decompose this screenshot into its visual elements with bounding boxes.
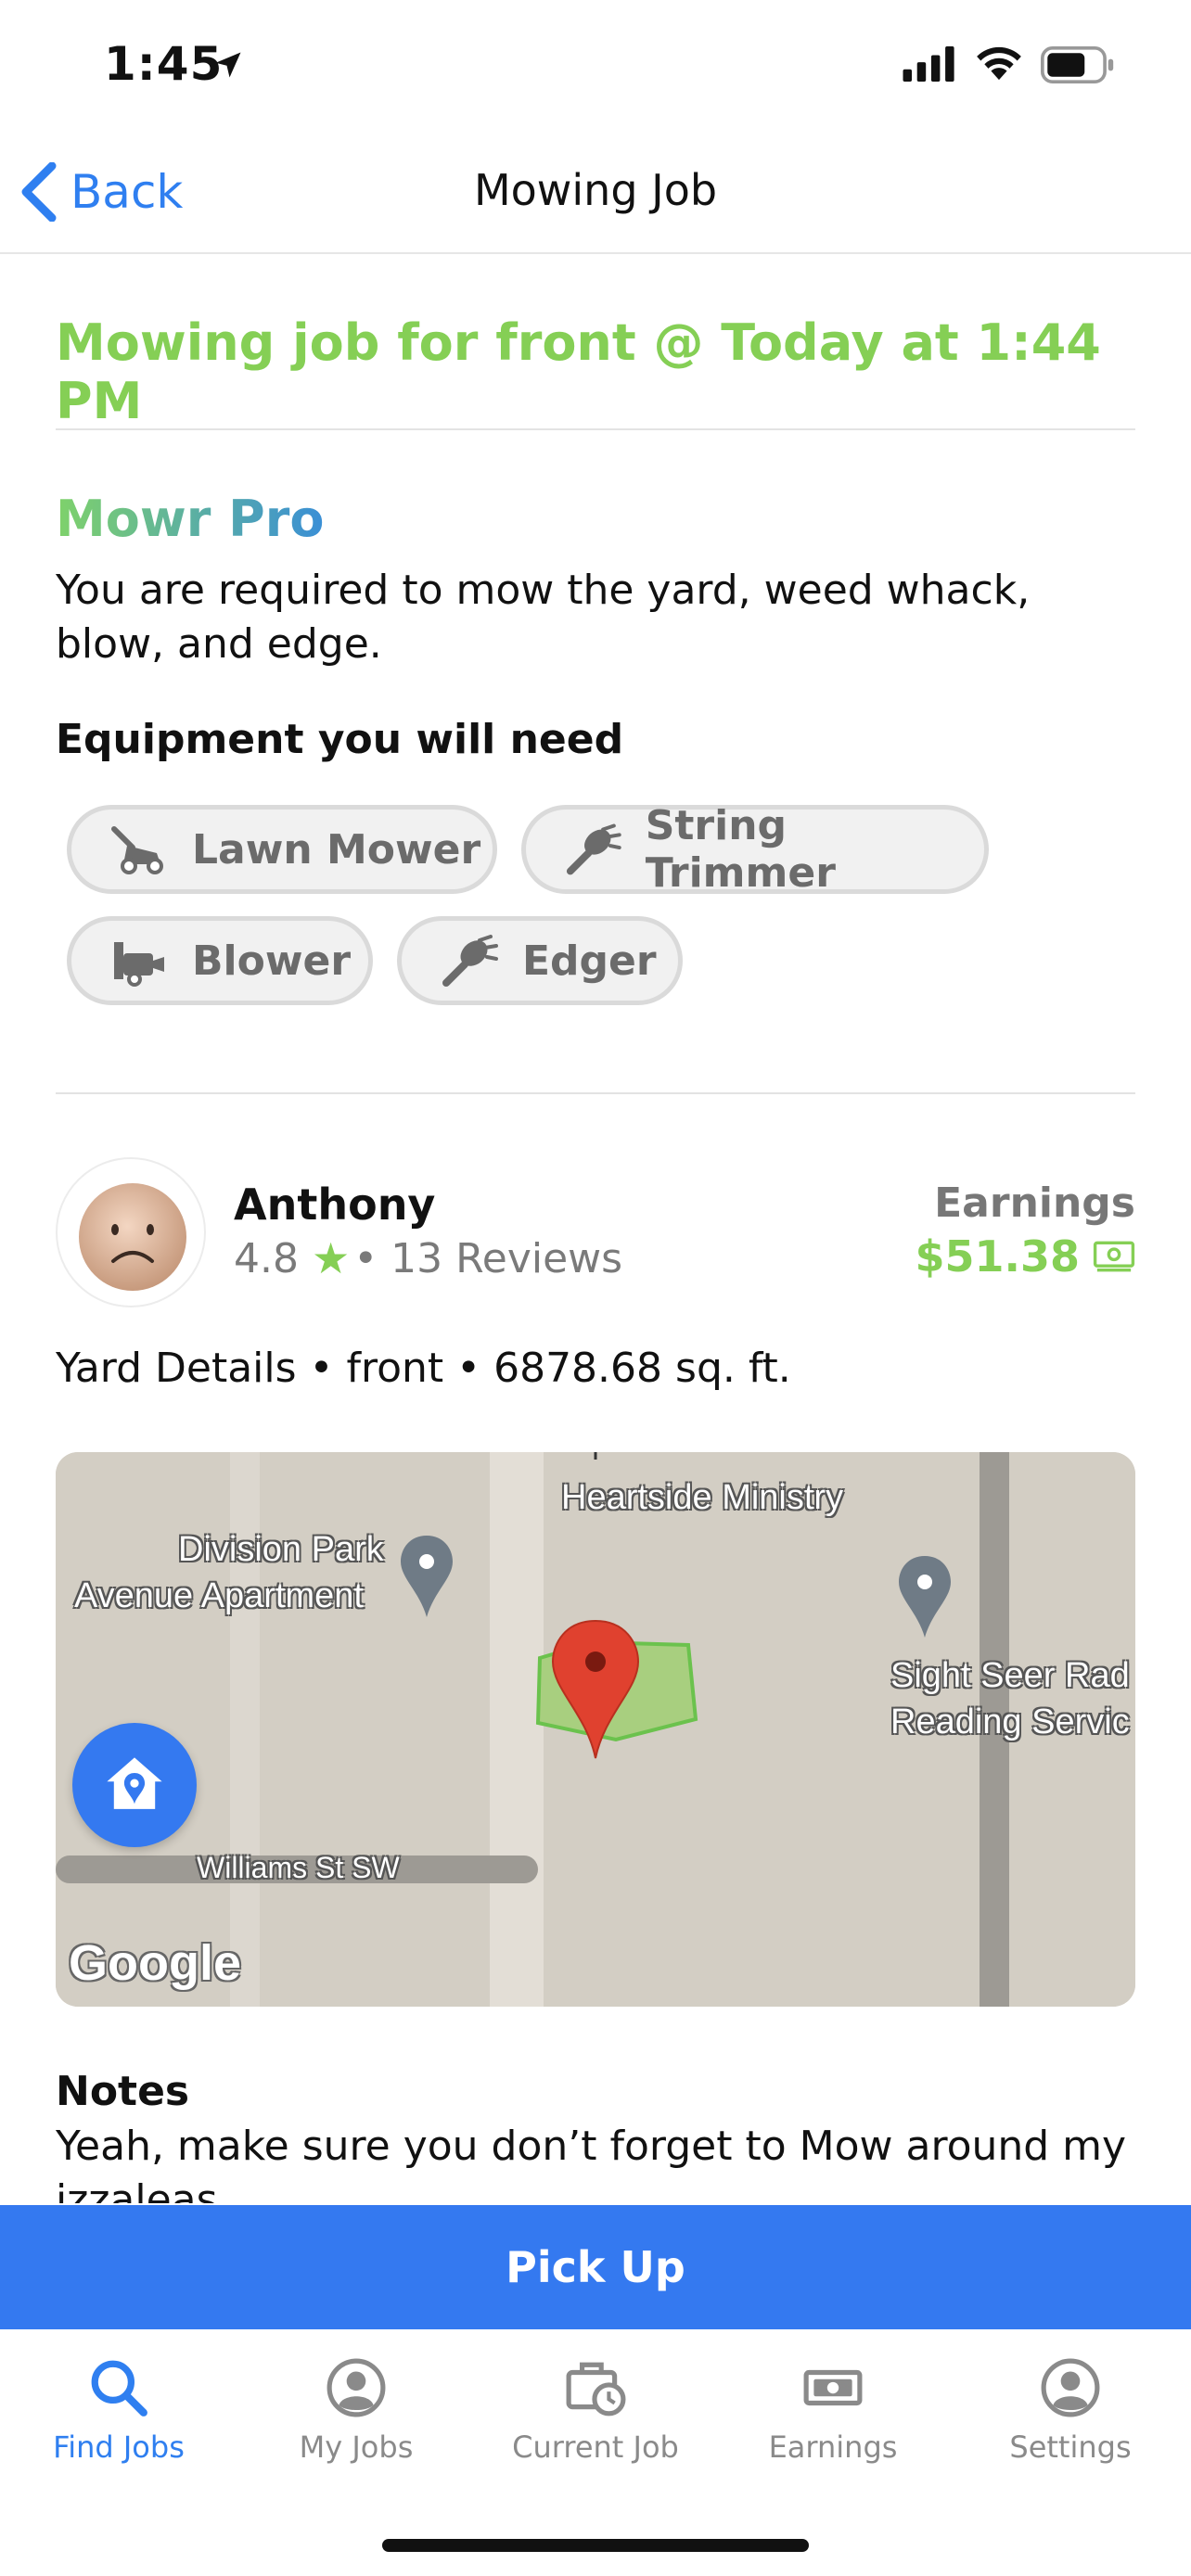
string-trimmer-icon	[566, 823, 621, 875]
equipment-label: Lawn Mower	[192, 825, 481, 874]
pick-up-button[interactable]: Pick Up	[0, 2205, 1191, 2329]
tier-name: Mowr Pro	[56, 490, 325, 548]
status-bar: 1:45	[0, 0, 1191, 130]
yard-map[interactable]: Heartside Ministry Division Park Avenue …	[56, 1452, 1135, 2007]
map-label-sight-seer: Sight Seer Rad	[890, 1656, 1130, 1695]
map-label-reading-service: Reading Servic	[890, 1702, 1130, 1741]
avatar	[56, 1157, 206, 1307]
battery-icon	[1041, 46, 1114, 83]
tab-label: Current Job	[512, 2429, 679, 2465]
tab-label: Find Jobs	[53, 2429, 185, 2465]
home-location-button[interactable]	[72, 1723, 197, 1847]
divider	[56, 1092, 1135, 1094]
tab-settings[interactable]: Settings	[952, 2357, 1189, 2465]
location-arrow-icon	[215, 52, 241, 78]
review-count: • 13 Reviews	[353, 1234, 623, 1282]
job-detail-scroll[interactable]: Mowing job for front @ Today at 1:44 PM …	[0, 256, 1191, 2203]
notes-text: Yeah, make sure you don’t forget to Mow …	[56, 2123, 1127, 2203]
briefcase-clock-icon	[566, 2362, 626, 2417]
home-location-icon	[107, 1757, 162, 1809]
wifi-icon	[977, 46, 1021, 81]
job-title: Mowing job for front @ Today at 1:44 PM	[56, 313, 1101, 430]
tab-my-jobs[interactable]: My Jobs	[237, 2357, 475, 2465]
blower-icon	[114, 942, 164, 987]
equipment-label: String Trimmer	[645, 802, 836, 897]
status-time: 1:45	[104, 37, 224, 91]
divider	[56, 428, 1135, 430]
cellular-signal-icon	[903, 46, 954, 82]
customer-rating: 4.8 ★ • 13 Reviews	[234, 1233, 622, 1283]
rating-value: 4.8	[234, 1234, 299, 1282]
money-icon	[1093, 1241, 1135, 1272]
earnings-label: Earnings	[934, 1180, 1135, 1227]
map-label-heartside: Heartside Ministry	[561, 1478, 844, 1517]
navigation-bar: Back Mowing Job	[0, 139, 1191, 254]
user-circle-icon	[1041, 2358, 1100, 2417]
tier-description: You are required to mow the yard, weed w…	[56, 567, 1031, 668]
search-icon	[91, 2360, 147, 2417]
equipment-label: Blower	[192, 937, 352, 985]
user-circle-icon	[327, 2358, 386, 2417]
notes-heading: Notes	[56, 2068, 190, 2115]
yard-details: Yard Details • front • 6878.68 sq. ft.	[56, 1345, 791, 1392]
earnings-amount: $51.38	[915, 1231, 1080, 1282]
page-title: Mowing Job	[473, 165, 718, 215]
star-icon: ★	[311, 1233, 351, 1283]
equipment-chip-lawn-mower: Lawn Mower	[67, 805, 497, 894]
tab-label: My Jobs	[299, 2429, 414, 2465]
sad-face-avatar-icon	[79, 1183, 186, 1291]
map-label-division-park: Division Park	[178, 1530, 384, 1569]
equipment-heading: Equipment you will need	[56, 716, 624, 763]
equipment-chip-edger: Edger	[397, 916, 683, 1005]
customer-name: Anthony	[234, 1180, 436, 1230]
tab-earnings[interactable]: Earnings	[714, 2357, 952, 2465]
tab-label: Settings	[1009, 2429, 1132, 2465]
lawn-mower-icon	[111, 826, 163, 874]
equipment-chip-string-trimmer: String Trimmer	[521, 802, 989, 897]
google-logo: Google	[69, 1935, 241, 1991]
money-icon	[803, 2369, 863, 2406]
tab-label: Earnings	[768, 2429, 898, 2465]
equipment-label: Edger	[522, 937, 657, 985]
equipment-chip-blower: Blower	[67, 916, 373, 1005]
edger-icon	[442, 935, 498, 987]
tab-current-job[interactable]: Current Job	[477, 2357, 714, 2465]
map-label-street: Williams St SW	[197, 1851, 400, 1884]
home-indicator	[382, 2539, 809, 2552]
tab-find-jobs[interactable]: Find Jobs	[0, 2357, 237, 2465]
map-label-avenue-apartment: Avenue Apartment	[74, 1576, 364, 1615]
